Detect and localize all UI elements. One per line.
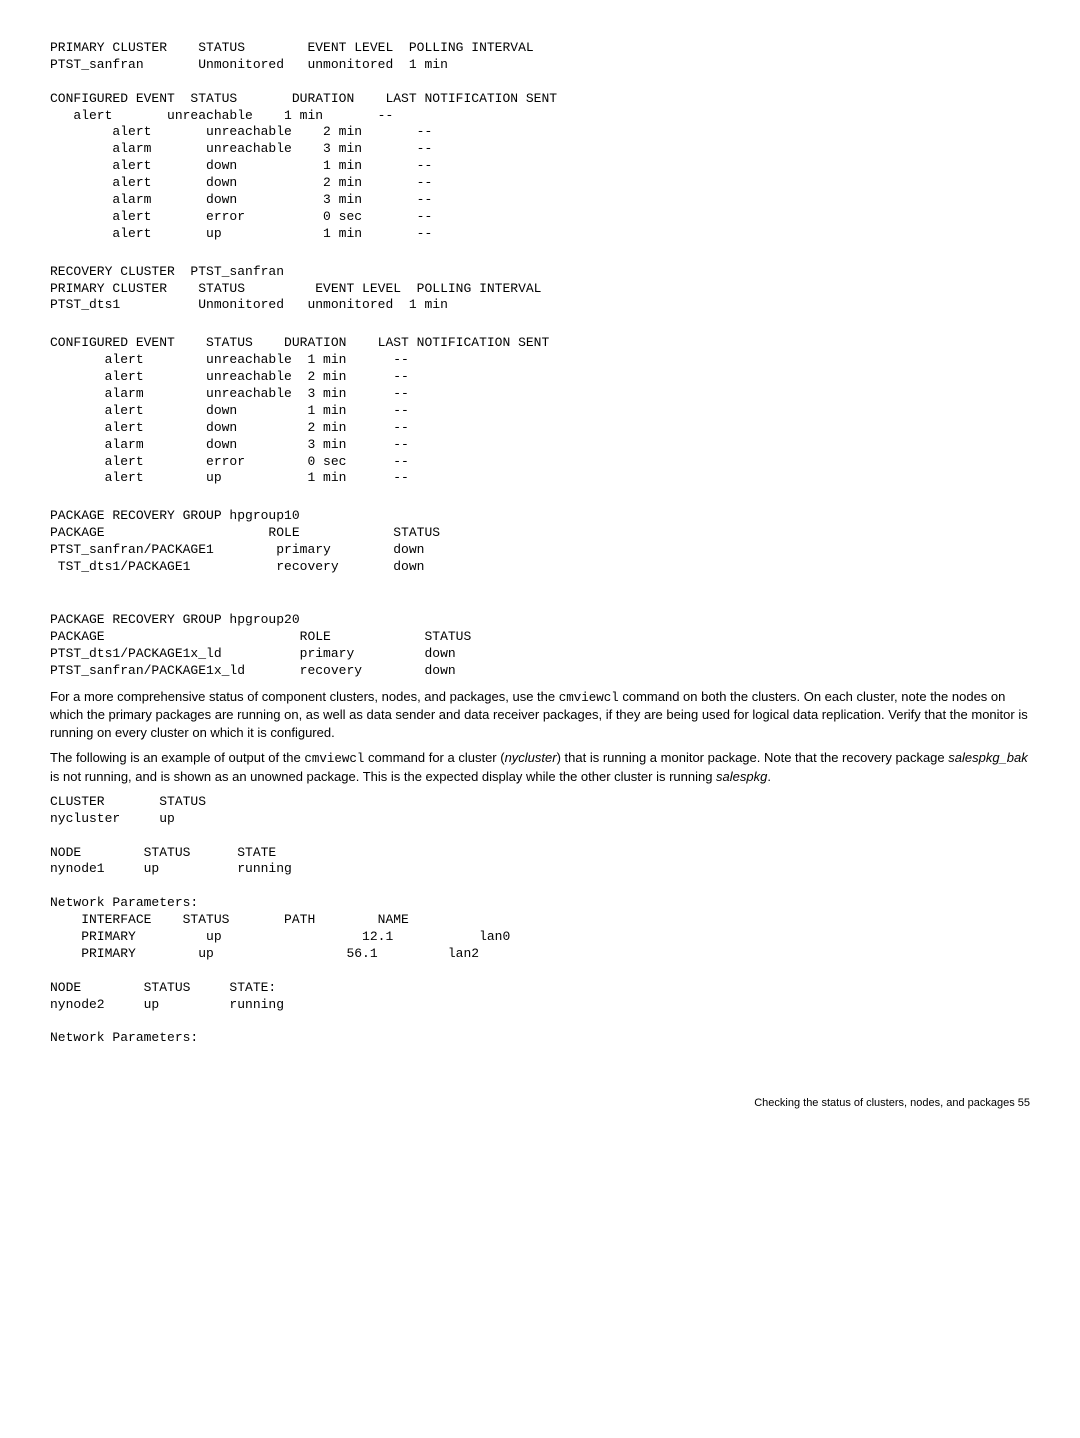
terminal-block-3: CONFIGURED EVENT STATUS DURATION LAST NO… bbox=[50, 335, 1030, 487]
em-nycluster: nycluster bbox=[505, 750, 557, 765]
em-salespkg: salespkg bbox=[716, 769, 767, 784]
terminal-block-1: PRIMARY CLUSTER STATUS EVENT LEVEL POLLI… bbox=[50, 40, 1030, 243]
text: . bbox=[767, 769, 771, 784]
code-cmviewcl: cmviewcl bbox=[304, 752, 364, 766]
page-footer: Checking the status of clusters, nodes, … bbox=[50, 1097, 1030, 1109]
text: ) that is running a monitor package. Not… bbox=[557, 750, 949, 765]
terminal-block-4: PACKAGE RECOVERY GROUP hpgroup10 PACKAGE… bbox=[50, 508, 1030, 576]
text: The following is an example of output of… bbox=[50, 750, 304, 765]
paragraph-1: For a more comprehensive status of compo… bbox=[50, 688, 1030, 742]
text: is not running, and is shown as an unown… bbox=[50, 769, 716, 784]
terminal-block-2: RECOVERY CLUSTER PTST_sanfran PRIMARY CL… bbox=[50, 264, 1030, 315]
terminal-block-5: PACKAGE RECOVERY GROUP hpgroup20 PACKAGE… bbox=[50, 612, 1030, 680]
paragraph-2: The following is an example of output of… bbox=[50, 749, 1030, 785]
terminal-block-6: CLUSTER STATUS nycluster up NODE STATUS … bbox=[50, 794, 1030, 1047]
text: For a more comprehensive status of compo… bbox=[50, 689, 559, 704]
em-salespkg-bak: salespkg_bak bbox=[948, 750, 1028, 765]
code-cmviewcl: cmviewcl bbox=[559, 691, 619, 705]
text: command for a cluster ( bbox=[364, 750, 504, 765]
